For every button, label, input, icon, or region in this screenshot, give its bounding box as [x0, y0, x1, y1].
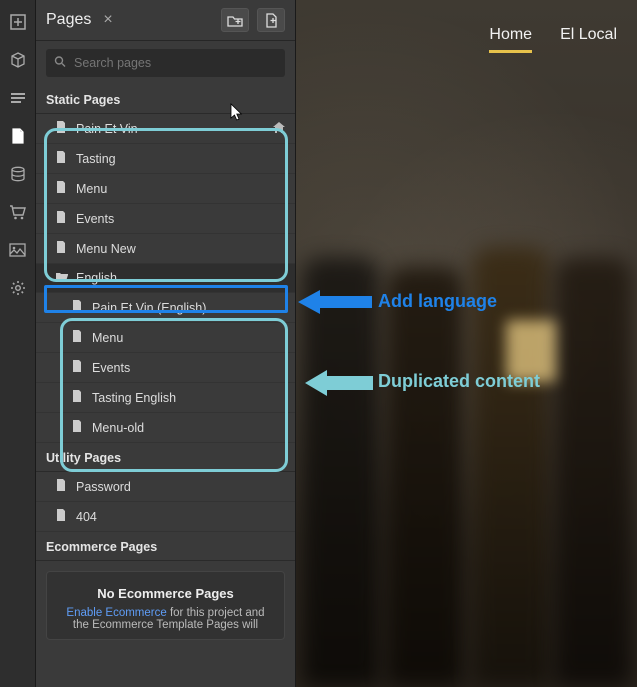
site-nav: Home El Local — [489, 26, 617, 53]
page-label: Pain Et Vin — [76, 122, 138, 136]
page-item[interactable]: Password — [36, 472, 295, 502]
folder-open-icon — [56, 271, 68, 285]
search-input[interactable] — [46, 49, 285, 77]
page-icon[interactable] — [6, 124, 30, 148]
search-icon — [54, 56, 66, 71]
new-page-button[interactable] — [257, 8, 285, 32]
cursor-icon — [230, 103, 244, 121]
page-file-icon — [72, 360, 84, 375]
page-label: Menu-old — [92, 421, 144, 435]
nav-link-ellocal[interactable]: El Local — [560, 26, 617, 53]
page-file-icon — [56, 151, 68, 166]
panel-title: Pages — [46, 11, 91, 29]
home-icon — [273, 122, 285, 136]
page-item[interactable]: Menu-old — [36, 413, 295, 443]
gear-icon[interactable] — [6, 276, 30, 300]
page-file-icon — [72, 330, 84, 345]
image-icon[interactable] — [6, 238, 30, 262]
page-item[interactable]: Tasting — [36, 144, 295, 174]
folder-item[interactable]: English — [36, 264, 295, 293]
page-label: Menu — [76, 182, 107, 196]
page-item[interactable]: Events — [36, 204, 295, 234]
page-file-icon — [56, 121, 68, 136]
bottle-blur — [472, 247, 550, 687]
ecommerce-empty-title: No Ecommerce Pages — [59, 586, 272, 601]
page-item[interactable]: Tasting English — [36, 383, 295, 413]
page-label: Menu — [92, 331, 123, 345]
page-file-icon — [56, 241, 68, 256]
arrow-icon — [305, 368, 373, 398]
page-file-icon — [56, 479, 68, 494]
page-label: Pain Et Vin (English) — [92, 301, 206, 315]
utility-page-list: Password 404 — [36, 472, 295, 532]
page-item[interactable]: Menu — [36, 174, 295, 204]
cube-icon[interactable] — [6, 48, 30, 72]
page-file-icon — [72, 300, 84, 315]
tool-rail — [0, 0, 36, 687]
ecommerce-empty-box: No Ecommerce Pages Enable Ecommerce for … — [46, 571, 285, 640]
bottle-blur — [554, 257, 632, 687]
panel-header: Pages × — [36, 0, 295, 41]
search-wrap — [36, 41, 295, 85]
enable-ecommerce-link[interactable]: Enable Ecommerce — [66, 607, 166, 619]
cart-icon[interactable] — [6, 200, 30, 224]
page-file-icon — [56, 211, 68, 226]
annotation-label-duplicated: Duplicated content — [378, 371, 540, 392]
database-icon[interactable] — [6, 162, 30, 186]
page-item[interactable]: Pain Et Vin (English) — [36, 293, 295, 323]
close-icon[interactable]: × — [103, 11, 112, 29]
page-item[interactable]: Events — [36, 353, 295, 383]
page-label: Tasting English — [92, 391, 176, 405]
new-folder-button[interactable] — [221, 8, 249, 32]
page-item[interactable]: Menu New — [36, 234, 295, 264]
folder-label: English — [76, 271, 117, 285]
page-file-icon — [56, 509, 68, 524]
static-section-label: Static Pages — [36, 85, 295, 114]
arrow-icon — [298, 288, 372, 316]
nav-link-home[interactable]: Home — [489, 26, 532, 53]
static-page-list: Pain Et Vin Tasting Menu Events Menu New… — [36, 114, 295, 443]
annotation-label-addlang: Add language — [378, 291, 497, 312]
ecommerce-section-label: Ecommerce Pages — [36, 532, 295, 561]
pages-panel: Pages × Static Pages Pain Et Vin Tasting… — [36, 0, 296, 687]
page-label: Password — [76, 480, 131, 494]
page-label: Events — [76, 212, 114, 226]
page-item[interactable]: Menu — [36, 323, 295, 353]
page-label: Events — [92, 361, 130, 375]
page-label: 404 — [76, 510, 97, 524]
page-item[interactable]: Pain Et Vin — [36, 114, 295, 144]
utility-section-label: Utility Pages — [36, 443, 295, 472]
ecommerce-empty-text: Enable Ecommerce for this project and th… — [59, 607, 272, 631]
add-icon[interactable] — [6, 10, 30, 34]
page-file-icon — [56, 181, 68, 196]
page-file-icon — [72, 420, 84, 435]
page-label: Menu New — [76, 242, 136, 256]
page-file-icon — [72, 390, 84, 405]
page-label: Tasting — [76, 152, 116, 166]
bottle-blur — [386, 267, 464, 687]
canvas-preview: Home El Local — [296, 0, 637, 687]
bottle-blur — [302, 257, 380, 687]
page-item[interactable]: 404 — [36, 502, 295, 532]
stack-icon[interactable] — [6, 86, 30, 110]
